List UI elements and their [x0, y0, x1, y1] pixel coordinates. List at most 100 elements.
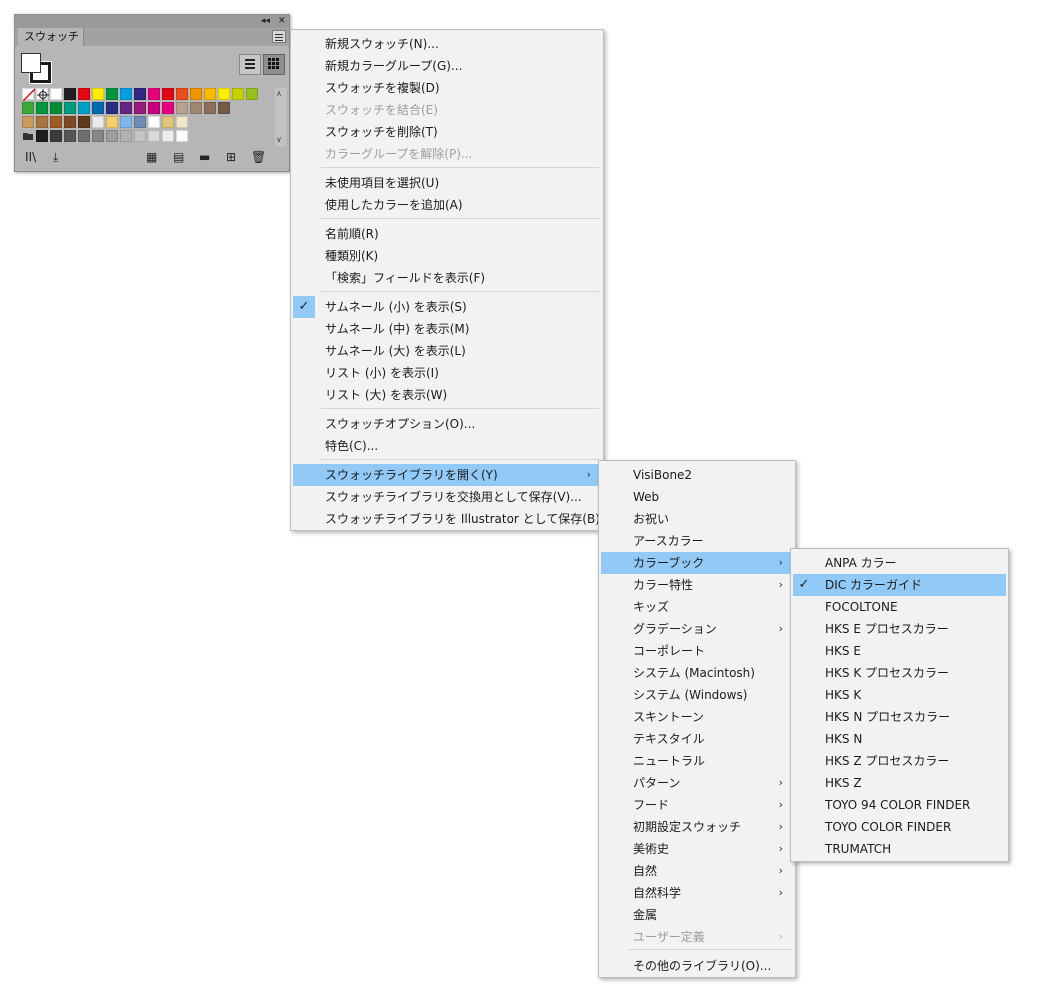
menu-item[interactable]: 未使用項目を選択(U): [293, 172, 601, 194]
swatch-cell[interactable]: [176, 130, 188, 142]
library-menu-item[interactable]: VisiBone2: [601, 464, 793, 486]
none-swatch[interactable]: [22, 88, 36, 102]
swatch-cell[interactable]: [134, 116, 146, 128]
swatch-cell[interactable]: [36, 130, 48, 142]
swatch-cell[interactable]: [218, 88, 230, 100]
library-menu-item[interactable]: グラデーション ›: [601, 618, 793, 640]
color-book-item[interactable]: TOYO COLOR FINDER: [793, 816, 1006, 838]
swatch-cell[interactable]: [92, 130, 104, 142]
library-menu-item[interactable]: フード ›: [601, 794, 793, 816]
swatch-cell[interactable]: [120, 88, 132, 100]
menu-item[interactable]: サムネール (小) を表示(S) ✓: [293, 296, 601, 318]
close-icon[interactable]: ✕: [278, 15, 286, 28]
new-swatch-icon[interactable]: ⊞: [226, 150, 236, 164]
list-view-button[interactable]: [239, 54, 261, 75]
fill-swatch[interactable]: [21, 53, 41, 73]
color-book-item[interactable]: HKS N: [793, 728, 1006, 750]
swatch-libraries-icon[interactable]: ⅠⅠ\: [25, 150, 36, 164]
menu-item[interactable]: 名前順(R): [293, 223, 601, 245]
library-menu-item[interactable]: システム (Macintosh): [601, 662, 793, 684]
library-menu-item[interactable]: スキントーン: [601, 706, 793, 728]
color-book-item[interactable]: HKS Z プロセスカラー: [793, 750, 1006, 772]
library-menu-item[interactable]: テキスタイル: [601, 728, 793, 750]
swatch-cell[interactable]: [134, 102, 146, 114]
menu-item[interactable]: サムネール (大) を表示(L): [293, 340, 601, 362]
library-menu-item[interactable]: パターン ›: [601, 772, 793, 794]
color-book-item[interactable]: HKS N プロセスカラー: [793, 706, 1006, 728]
swatch-cell[interactable]: [162, 102, 174, 114]
swatch-cell[interactable]: [120, 130, 132, 142]
swatch-cell[interactable]: [92, 102, 104, 114]
menu-item[interactable]: 種類別(K): [293, 245, 601, 267]
color-group-folder-icon[interactable]: [22, 130, 34, 142]
swatch-cell[interactable]: [176, 102, 188, 114]
swatch-cell[interactable]: [50, 102, 62, 114]
panel-menu-button[interactable]: [272, 30, 286, 43]
library-menu-item[interactable]: システム (Windows): [601, 684, 793, 706]
swatch-cell[interactable]: [148, 102, 160, 114]
swatch-cell[interactable]: [120, 116, 132, 128]
swatch-options-icon[interactable]: ▤: [173, 150, 184, 164]
library-menu-item[interactable]: その他のライブラリ(O)...: [601, 955, 793, 977]
menu-item[interactable]: リスト (大) を表示(W): [293, 384, 601, 406]
swatch-cell[interactable]: [64, 102, 76, 114]
swatch-cell[interactable]: [22, 116, 34, 128]
library-menu-item[interactable]: 金属: [601, 904, 793, 926]
new-color-group-icon[interactable]: ▬: [199, 150, 210, 164]
library-menu-item[interactable]: カラー特性 ›: [601, 574, 793, 596]
swatch-cell[interactable]: [120, 102, 132, 114]
menu-item[interactable]: スウォッチライブラリを交換用として保存(V)...: [293, 486, 601, 508]
collapse-icon[interactable]: ◂◂: [261, 15, 270, 28]
color-book-item[interactable]: ANPA カラー: [793, 552, 1006, 574]
swatch-cell[interactable]: [134, 88, 146, 100]
library-menu-item[interactable]: 美術史 ›: [601, 838, 793, 860]
swatch-cell[interactable]: [246, 88, 258, 100]
swatch-cell[interactable]: [204, 88, 216, 100]
swatch-cell[interactable]: [162, 130, 174, 142]
delete-swatch-icon[interactable]: 🗑: [251, 150, 266, 164]
tab-swatches[interactable]: スウォッチ: [18, 28, 84, 46]
swatch-cell[interactable]: [148, 116, 160, 128]
swatch-cell[interactable]: [106, 88, 118, 100]
menu-item[interactable]: 新規スウォッチ(N)...: [293, 33, 601, 55]
swatch-cell[interactable]: [92, 88, 104, 100]
swatch-cell[interactable]: [162, 116, 174, 128]
swatch-cell[interactable]: [106, 130, 118, 142]
library-menu-item[interactable]: アースカラー: [601, 530, 793, 552]
swatch-cell[interactable]: [50, 130, 62, 142]
thumbnail-view-button[interactable]: [263, 54, 285, 75]
swatch-cell[interactable]: [36, 102, 48, 114]
swatch-scrollbar[interactable]: ∧ ∨: [275, 88, 286, 146]
swatch-cell[interactable]: [232, 88, 244, 100]
menu-item[interactable]: スウォッチを削除(T): [293, 121, 601, 143]
swatch-cell[interactable]: [190, 88, 202, 100]
color-book-item[interactable]: HKS E プロセスカラー: [793, 618, 1006, 640]
library-menu-item[interactable]: 自然 ›: [601, 860, 793, 882]
swatch-cell[interactable]: [22, 102, 34, 114]
menu-item[interactable]: 特色(C)...: [293, 435, 601, 457]
menu-item[interactable]: リスト (小) を表示(I): [293, 362, 601, 384]
library-menu-item[interactable]: 自然科学 ›: [601, 882, 793, 904]
menu-item[interactable]: サムネール (中) を表示(M): [293, 318, 601, 340]
color-book-item[interactable]: HKS Z: [793, 772, 1006, 794]
color-book-item[interactable]: TOYO 94 COLOR FINDER: [793, 794, 1006, 816]
swatch-cell[interactable]: [106, 102, 118, 114]
menu-item[interactable]: 新規カラーグループ(G)...: [293, 55, 601, 77]
library-menu-item[interactable]: ニュートラル: [601, 750, 793, 772]
registration-swatch[interactable]: [36, 88, 49, 101]
library-menu-item[interactable]: カラーブック ›: [601, 552, 793, 574]
menu-item[interactable]: 「検索」フィールドを表示(F): [293, 267, 601, 289]
swatch-cell[interactable]: [134, 130, 146, 142]
swatch-cell[interactable]: [218, 102, 230, 114]
swatch-cell[interactable]: [78, 88, 90, 100]
menu-item[interactable]: スウォッチを複製(D): [293, 77, 601, 99]
fill-stroke-indicator[interactable]: [21, 53, 52, 84]
menu-item[interactable]: スウォッチライブラリを Illustrator として保存(B)...: [293, 508, 611, 530]
swatch-cell[interactable]: [106, 116, 118, 128]
library-menu-item[interactable]: Web: [601, 486, 793, 508]
swatch-cell[interactable]: [148, 130, 160, 142]
library-menu-item[interactable]: 初期設定スウォッチ ›: [601, 816, 793, 838]
menu-item[interactable]: 使用したカラーを追加(A): [293, 194, 601, 216]
swatch-cell[interactable]: [204, 102, 216, 114]
library-menu-item[interactable]: お祝い: [601, 508, 793, 530]
